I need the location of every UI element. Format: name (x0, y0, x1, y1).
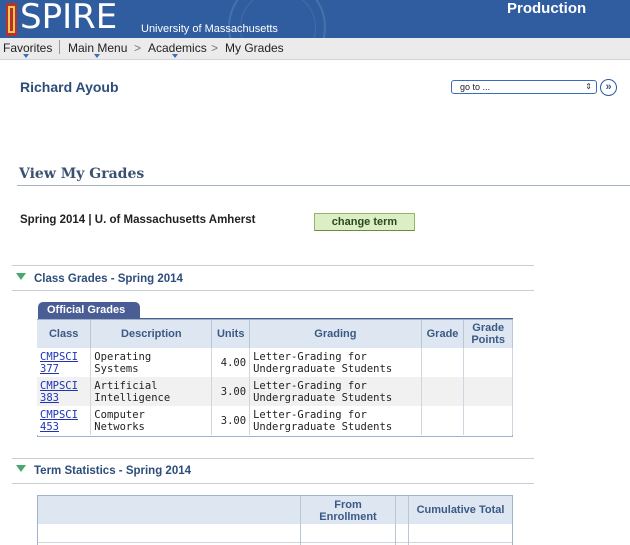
column-divider (395, 496, 396, 545)
grade-points-line2: Points (471, 334, 505, 346)
grading-line: Letter-Grading for (253, 350, 367, 363)
section-divider (12, 290, 534, 291)
tab-official-grades[interactable]: Official Grades (38, 302, 140, 319)
class-link[interactable]: CMPSCI 383 (40, 380, 78, 404)
from-enrollment-line2: Enrollment (319, 511, 377, 523)
class-link[interactable]: CMPSCI 377 (40, 351, 78, 375)
grading-line: Undergraduate Students (253, 362, 393, 375)
class-subject: CMPSCI (40, 379, 78, 392)
student-name: Richard Ayoub (20, 79, 119, 95)
column-header-grade-points: Grade Points (463, 320, 513, 348)
grading-cell: Letter-Grading for Undergraduate Students (249, 377, 422, 406)
academics-dropdown-icon[interactable] (172, 54, 178, 58)
goto-select-value: go to ... (460, 82, 491, 92)
class-link-cell: CMPSCI 383 (37, 377, 92, 406)
section-divider (12, 265, 534, 266)
grade-points-cell (463, 377, 513, 406)
column-header-from-enrollment: From Enrollment (301, 499, 395, 523)
table-row: CMPSCI 453 Computer Networks 3.00 Letter-G… (37, 406, 513, 435)
grading-line: Letter-Grading for (253, 379, 367, 392)
collapse-triangle-icon[interactable] (16, 465, 26, 472)
page-title: View My Grades (19, 166, 145, 182)
app-logo-text: SPIRE (20, 0, 118, 37)
goto-button[interactable]: » (600, 79, 617, 96)
class-number: 453 (40, 420, 59, 433)
description-line: Networks (94, 420, 145, 433)
breadcrumb-separator: > (134, 41, 142, 55)
collapse-triangle-icon[interactable] (16, 273, 26, 280)
double-chevron-right-icon: » (605, 81, 612, 93)
spire-logo-icon (6, 3, 17, 36)
column-header-grading: Grading (249, 320, 422, 348)
favorites-dropdown-icon[interactable] (23, 54, 29, 58)
goto-select[interactable]: go to ... ⇕ (451, 80, 597, 94)
class-number: 377 (40, 362, 59, 375)
units-cell: 3.00 (211, 406, 251, 435)
term-statistics-title[interactable]: Term Statistics - Spring 2014 (34, 465, 191, 477)
table-row: CMPSCI 383 Artificial Intelligence 3.00 Le… (37, 377, 513, 406)
table-row (38, 524, 512, 543)
app-header: SPIRE University of Massachusetts Produc… (0, 0, 630, 38)
breadcrumb-separator: > (211, 41, 219, 55)
institution-name: University of Massachusetts (141, 23, 278, 35)
class-number: 383 (40, 391, 59, 404)
description-line: Computer (94, 408, 145, 421)
description-line: Intelligence (94, 391, 171, 404)
description-cell: Artificial Intelligence (90, 377, 213, 406)
grade-points-cell (463, 406, 513, 435)
grade-cell (421, 377, 465, 406)
grades-table: Class Description Units Grading Grade Gr… (37, 320, 513, 435)
breadcrumb-my-grades: My Grades (225, 41, 284, 55)
select-arrows-icon: ⇕ (585, 82, 592, 91)
divider (17, 185, 630, 186)
column-header-cumulative-total: Cumulative Total (416, 504, 505, 516)
section-divider (12, 483, 534, 484)
description-line: Artificial (94, 379, 158, 392)
environment-label: Production (507, 0, 587, 17)
grade-points-cell (463, 348, 513, 377)
section-divider (12, 458, 534, 459)
breadcrumb-academics[interactable]: Academics (148, 41, 207, 55)
description-line: Operating (94, 350, 152, 363)
favorites-menu[interactable]: Favorites (3, 41, 52, 55)
units-cell: 3.00 (211, 377, 251, 406)
description-line: Systems (94, 362, 139, 375)
grading-cell: Letter-Grading for Undergraduate Students (249, 406, 422, 435)
from-enrollment-line1: From (334, 499, 362, 511)
nav-divider (59, 40, 60, 54)
grade-cell (421, 348, 465, 377)
table-row: CMPSCI 377 Operating Systems 4.00 Letter-G… (37, 348, 513, 377)
change-term-button[interactable]: change term (314, 213, 415, 231)
grade-cell (421, 406, 465, 435)
navigation-bar: Favorites Main Menu > Academics > My Gra… (0, 38, 630, 60)
class-link-cell: CMPSCI 453 (37, 406, 92, 435)
class-link-cell: CMPSCI 377 (37, 348, 92, 377)
grading-line: Undergraduate Students (253, 420, 393, 433)
grade-points-line1: Grade (472, 322, 505, 334)
column-header-description: Description (90, 320, 213, 348)
class-link[interactable]: CMPSCI 453 (40, 409, 78, 433)
units-cell: 4.00 (211, 348, 251, 377)
column-header-units: Units (211, 320, 251, 348)
description-cell: Computer Networks (90, 406, 213, 435)
column-header-grade: Grade (421, 320, 465, 348)
grading-line: Undergraduate Students (253, 391, 393, 404)
class-subject: CMPSCI (40, 350, 78, 363)
grading-cell: Letter-Grading for Undergraduate Students (249, 348, 422, 377)
column-header-class: Class (37, 320, 92, 348)
description-cell: Operating Systems (90, 348, 213, 377)
class-subject: CMPSCI (40, 408, 78, 421)
class-grades-title[interactable]: Class Grades - Spring 2014 (34, 273, 183, 285)
term-info: Spring 2014 | U. of Massachusetts Amhers… (20, 214, 256, 226)
main-menu-dropdown-icon[interactable] (94, 54, 100, 58)
table-header-row: Class Description Units Grading Grade Gr… (37, 320, 513, 348)
main-menu[interactable]: Main Menu (68, 41, 127, 55)
grading-line: Letter-Grading for (253, 408, 367, 421)
